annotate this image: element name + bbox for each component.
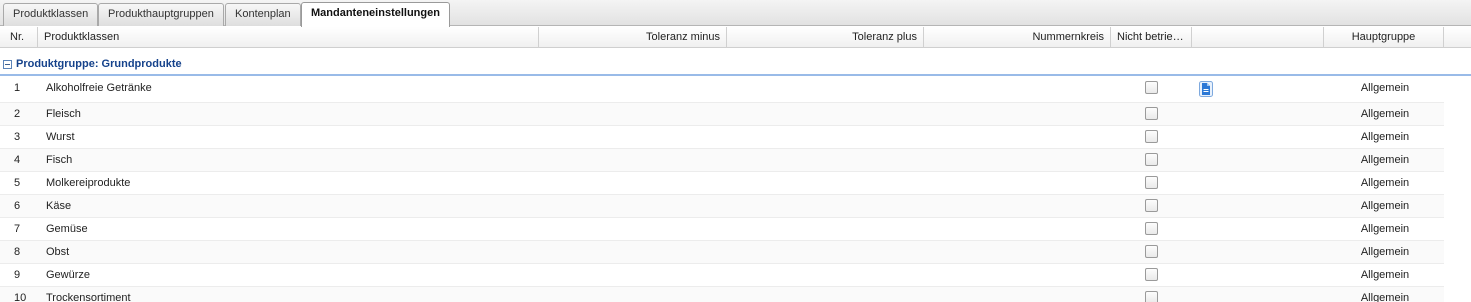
produktklasse-name: Molkereiprodukte — [46, 177, 131, 189]
collapse-minus-icon[interactable] — [3, 60, 12, 69]
nicht-betrieben-checkbox[interactable] — [1145, 107, 1158, 120]
produktklasse-name: Käse — [46, 200, 72, 212]
tab-kontenplan[interactable]: Kontenplan — [225, 3, 301, 26]
column-header-toleranz-plus[interactable]: Toleranz plus — [727, 27, 924, 48]
table-row[interactable]: 7 Gemüse Allgemein — [0, 218, 1444, 241]
hauptgruppe-value: Allgemein — [1360, 108, 1410, 120]
produktklasse-name: Wurst — [46, 131, 75, 143]
hauptgruppe-value: Allgemein — [1360, 200, 1410, 212]
column-header-nr[interactable]: Nr. — [0, 27, 38, 48]
hauptgruppe-value: Allgemein — [1360, 246, 1410, 258]
produktklasse-name: Obst — [46, 246, 70, 258]
hauptgruppe-value: Allgemein — [1360, 223, 1410, 235]
nicht-betrieben-checkbox[interactable] — [1145, 130, 1158, 143]
hauptgruppe-value: Allgemein — [1360, 82, 1410, 94]
row-number: 8 — [14, 246, 21, 258]
column-header-blank[interactable] — [1192, 27, 1324, 48]
tab-bar: Produktklassen Produkthauptgruppen Konte… — [0, 0, 1471, 27]
nicht-betrieben-checkbox[interactable] — [1145, 291, 1158, 302]
produktklasse-name: Fleisch — [46, 108, 81, 120]
nicht-betrieben-checkbox[interactable] — [1145, 199, 1158, 212]
nicht-betrieben-checkbox[interactable] — [1145, 153, 1158, 166]
document-icon[interactable] — [1199, 81, 1213, 97]
table-row[interactable]: 9 Gewürze Allgemein — [0, 264, 1444, 287]
grid-header: Nr. Produktklassen Toleranz minus Tolera… — [0, 27, 1471, 48]
group-header[interactable]: Produktgruppe: Grundprodukte — [0, 55, 1471, 76]
table-row[interactable]: 2 Fleisch Allgemein — [0, 103, 1444, 126]
nicht-betrieben-checkbox[interactable] — [1145, 81, 1158, 94]
produktklasse-name: Trockensortiment — [46, 292, 131, 302]
tab-mandanteneinstellungen[interactable]: Mandanteneinstellungen — [301, 2, 450, 27]
table-row[interactable]: 6 Käse Allgemein — [0, 195, 1444, 218]
row-number: 10 — [14, 292, 27, 302]
column-header-toleranz-minus[interactable]: Toleranz minus — [539, 27, 727, 48]
row-number: 5 — [14, 177, 21, 189]
table-row[interactable]: 10 Trockensortiment Allgemein — [0, 287, 1444, 302]
hauptgruppe-value: Allgemein — [1360, 177, 1410, 189]
row-number: 6 — [14, 200, 21, 212]
table-row[interactable]: 1 Alkoholfreie Getränke Allgemein — [0, 77, 1444, 103]
nicht-betrieben-checkbox[interactable] — [1145, 268, 1158, 281]
nicht-betrieben-checkbox[interactable] — [1145, 176, 1158, 189]
hauptgruppe-value: Allgemein — [1360, 269, 1410, 281]
hauptgruppe-value: Allgemein — [1360, 131, 1410, 143]
hauptgruppe-value: Allgemein — [1360, 154, 1410, 166]
row-number: 3 — [14, 131, 21, 143]
tab-produktklassen[interactable]: Produktklassen — [3, 3, 99, 26]
table-row[interactable]: 3 Wurst Allgemein — [0, 126, 1444, 149]
table-row[interactable]: 4 Fisch Allgemein — [0, 149, 1444, 172]
produktklasse-name: Alkoholfreie Getränke — [46, 82, 152, 94]
row-number: 9 — [14, 269, 21, 281]
row-number: 2 — [14, 108, 21, 120]
nicht-betrieben-checkbox[interactable] — [1145, 245, 1158, 258]
row-number: 1 — [14, 82, 21, 94]
produktklasse-name: Fisch — [46, 154, 73, 166]
nicht-betrieben-checkbox[interactable] — [1145, 222, 1158, 235]
column-header-nummernkreis[interactable]: Nummernkreis — [924, 27, 1111, 48]
produktklasse-name: Gemüse — [46, 223, 88, 235]
row-number: 7 — [14, 223, 21, 235]
hauptgruppe-value: Allgemein — [1360, 292, 1410, 302]
grid-body: 1 Alkoholfreie Getränke Allgemein 2 Fleisch A… — [0, 77, 1444, 302]
table-row[interactable]: 5 Molkereiprodukte Allgemein — [0, 172, 1444, 195]
column-header-nicht-betrieben[interactable]: Nicht betrie… — [1111, 27, 1192, 48]
tab-produkthauptgruppen[interactable]: Produkthauptgruppen — [98, 3, 224, 26]
row-number: 4 — [14, 154, 21, 166]
column-header-produktklassen[interactable]: Produktklassen — [38, 27, 539, 48]
table-row[interactable]: 8 Obst Allgemein — [0, 241, 1444, 264]
group-label: Produktgruppe: Grundprodukte — [16, 58, 182, 70]
produktklasse-name: Gewürze — [46, 269, 91, 281]
column-header-hauptgruppe[interactable]: Hauptgruppe — [1324, 27, 1444, 48]
